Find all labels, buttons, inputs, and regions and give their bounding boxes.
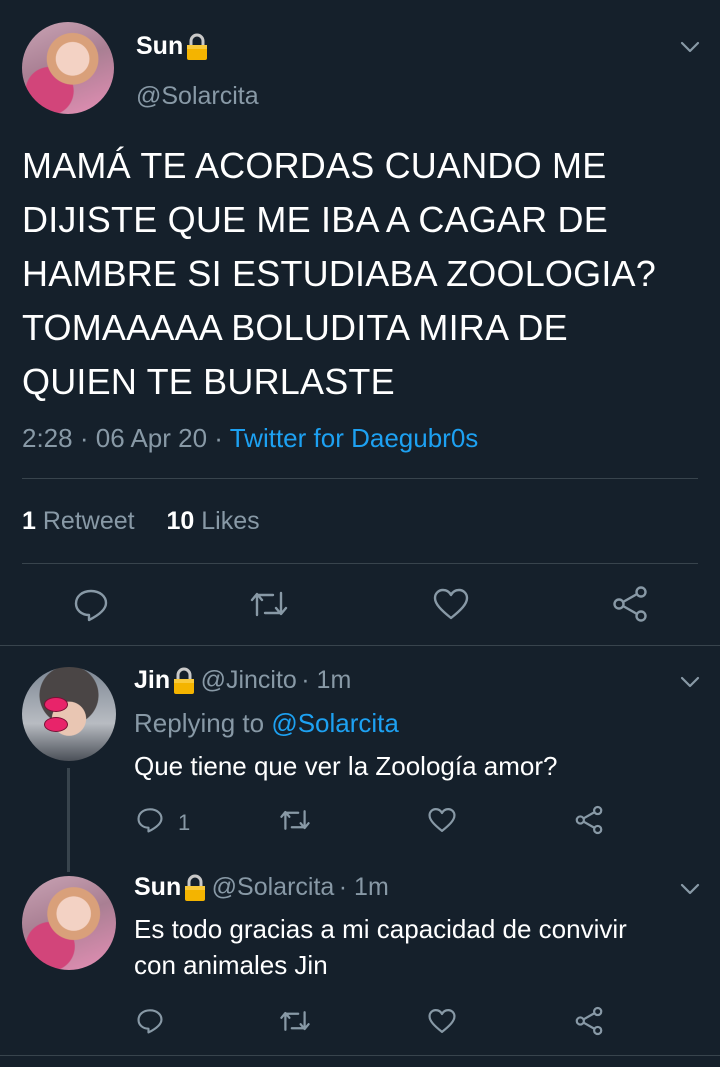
reply-text-line: con animales Jin — [134, 950, 328, 980]
meta-separator: · — [79, 423, 89, 453]
reply-icon[interactable] — [136, 807, 164, 833]
share-icon[interactable] — [611, 586, 649, 622]
tweet-text-line: TOMAAAAA BOLUDITA MIRA DE — [22, 307, 568, 348]
divider — [0, 645, 720, 646]
reply-icon[interactable] — [136, 1008, 164, 1034]
divider — [22, 563, 698, 564]
replying-to-label: Replying to — [134, 708, 265, 738]
retweet-icon[interactable] — [249, 589, 289, 619]
share-icon[interactable] — [574, 1006, 604, 1036]
reply-time: · 1m — [301, 666, 352, 694]
chevron-down-icon[interactable] — [680, 40, 700, 58]
divider — [22, 478, 698, 479]
thread-line — [67, 768, 70, 872]
like-icon[interactable] — [433, 588, 469, 620]
lock-icon — [185, 33, 209, 66]
lock-icon — [183, 874, 207, 907]
avatar[interactable] — [22, 667, 116, 761]
retweet-icon[interactable] — [279, 1009, 311, 1033]
like-icon[interactable] — [428, 807, 456, 833]
author-name[interactable]: Sun — [134, 873, 181, 901]
tweet-text-line: DIJISTE QUE ME IBA A CAGAR DE — [22, 199, 608, 240]
divider — [0, 1055, 720, 1056]
likes-count: 10 — [166, 507, 195, 535]
author-name: Sun — [136, 32, 184, 60]
author-name[interactable]: Jin — [134, 666, 170, 694]
tweet-text-line: MAMÁ TE ACORDAS CUANDO ME — [22, 145, 607, 186]
likes-stat[interactable]: 10 Likes — [166, 507, 259, 535]
chevron-down-icon[interactable] — [680, 882, 700, 900]
tweet-text-line: HAMBRE SI ESTUDIABA ZOOLOGIA? — [22, 253, 656, 294]
reply-time: · 1m — [338, 873, 389, 901]
tweet-source-link[interactable]: Twitter for Daegubr0s — [230, 423, 479, 453]
tweet-date: 06 Apr 20 — [95, 423, 208, 453]
retweet-icon[interactable] — [279, 808, 311, 832]
author-handle[interactable]: @Solarcita — [212, 873, 335, 901]
replying-to: Replying to @Solarcita — [134, 708, 399, 739]
reply-header: Jin @Jincito · 1m — [134, 666, 351, 700]
reply-header: Sun @Solarcita · 1m — [134, 873, 389, 907]
reply-count: 1 — [178, 810, 191, 835]
author-handle[interactable]: @Solarcita — [136, 82, 259, 111]
replying-to-handle[interactable]: @Solarcita — [271, 708, 399, 738]
author-handle[interactable]: @Jincito — [201, 666, 297, 694]
chevron-down-icon[interactable] — [680, 675, 700, 693]
author-name-row[interactable]: Sun — [136, 32, 209, 66]
retweets-stat[interactable]: 1 Retweet — [22, 507, 135, 535]
retweets-count: 1 — [22, 507, 36, 535]
tweet-meta: 2:28 · 06 Apr 20 · Twitter for Daegubr0s — [22, 423, 478, 454]
tweet-time: 2:28 — [22, 423, 73, 453]
avatar[interactable] — [22, 22, 114, 114]
reply-text: Que tiene que ver la Zoología amor? — [134, 751, 558, 781]
avatar-glasses — [44, 697, 94, 732]
like-icon[interactable] — [428, 1008, 456, 1034]
tweet-stats: 1 Retweet 10 Likes — [22, 507, 260, 536]
likes-label: Likes — [201, 507, 260, 535]
reply-icon[interactable] — [73, 588, 109, 622]
tweet-text: MAMÁ TE ACORDAS CUANDO ME DIJISTE QUE ME… — [22, 139, 712, 409]
tweet-text-line: QUIEN TE BURLASTE — [22, 361, 395, 402]
reply-text: Es todo gracias a mi capacidad de conviv… — [134, 911, 704, 983]
reply-text-line: Es todo gracias a mi capacidad de conviv… — [134, 914, 627, 944]
share-icon[interactable] — [574, 805, 604, 835]
meta-separator: · — [214, 423, 223, 453]
lock-icon — [172, 667, 196, 700]
avatar[interactable] — [22, 876, 116, 970]
retweets-label: Retweet — [42, 507, 135, 535]
